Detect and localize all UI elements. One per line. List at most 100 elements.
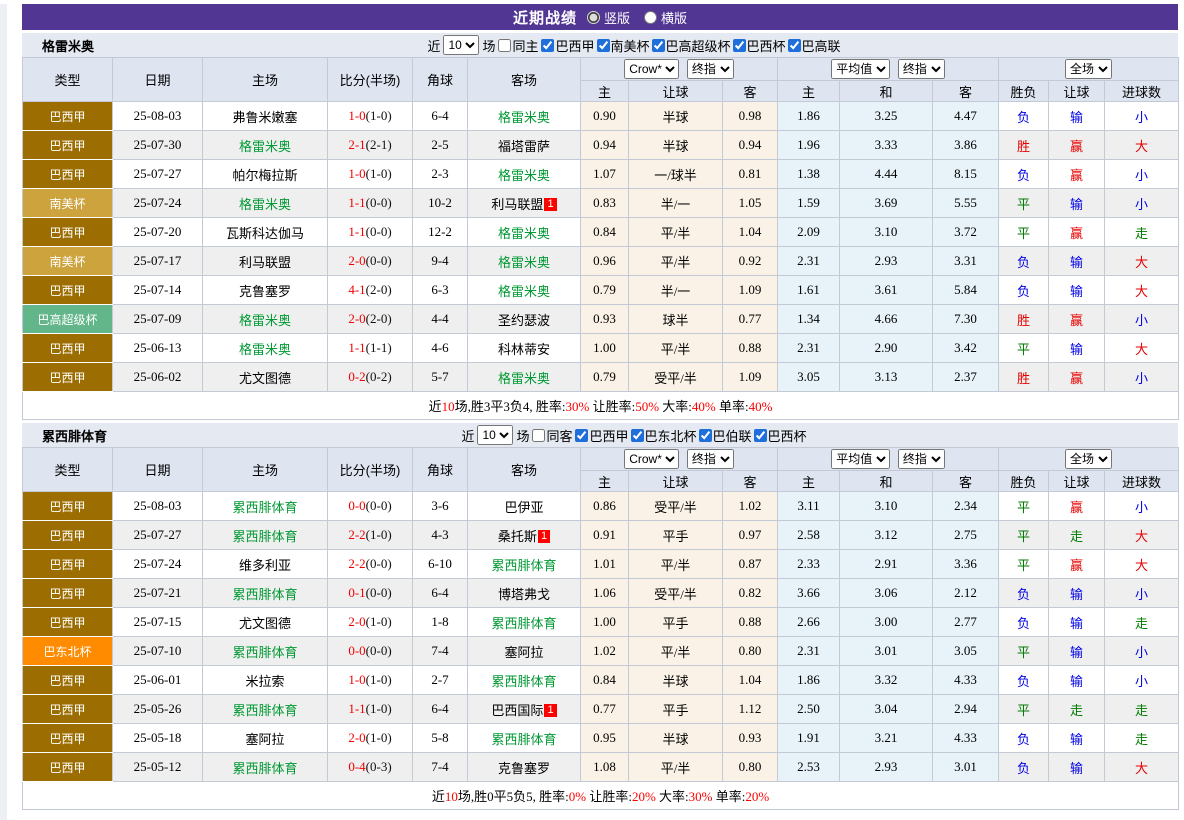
league-filter-option[interactable]: 巴西杯 <box>754 426 807 445</box>
score-cell[interactable]: 2-0(1-0) <box>328 724 413 753</box>
home-team-link[interactable]: 累西腓体育 <box>203 695 328 724</box>
away-team-link[interactable]: 福塔雷萨 <box>498 139 550 154</box>
league-checkbox[interactable] <box>597 39 610 52</box>
away-team-cell[interactable]: 桑托斯1 <box>468 521 581 550</box>
score-cell[interactable]: 1-1(0-0) <box>328 189 413 218</box>
away-team-cell[interactable]: 累西腓体育 <box>468 724 581 753</box>
recent-count-select[interactable]: 10 <box>443 35 479 55</box>
home-team-link[interactable]: 累西腓体育 <box>203 637 328 666</box>
home-team-link[interactable]: 瓦斯科达伽马 <box>203 218 328 247</box>
home-team-link[interactable]: 格雷米奥 <box>203 131 328 160</box>
away-team-cell[interactable]: 格雷米奥 <box>468 276 581 305</box>
away-team-link[interactable]: 塞阿拉 <box>504 645 543 660</box>
away-team-link[interactable]: 博塔弗戈 <box>498 587 550 602</box>
score-cell[interactable]: 1-0(1-0) <box>328 160 413 189</box>
score-cell[interactable]: 0-2(0-2) <box>328 363 413 392</box>
score-cell[interactable]: 1-1(1-0) <box>328 695 413 724</box>
league-checkbox[interactable] <box>652 39 665 52</box>
full-time-score[interactable]: 0-2 <box>348 369 365 384</box>
score-cell[interactable]: 1-0(1-0) <box>328 666 413 695</box>
bookmaker-select[interactable]: Crow* <box>624 59 679 79</box>
away-team-link[interactable]: 格雷米奥 <box>498 284 550 299</box>
red-card-badge[interactable]: 1 <box>538 530 550 543</box>
away-team-link[interactable]: 格雷米奥 <box>498 226 550 241</box>
league-filter-option[interactable]: 巴高超级杯 <box>652 36 731 55</box>
home-team-link[interactable]: 累西腓体育 <box>203 521 328 550</box>
league-checkbox[interactable] <box>541 39 554 52</box>
league-checkbox[interactable] <box>754 429 767 442</box>
scope-select[interactable]: 全场 <box>1065 449 1112 469</box>
euro-odds-type-select[interactable]: 终指 <box>898 59 945 79</box>
score-cell[interactable]: 2-1(2-1) <box>328 131 413 160</box>
scope-select[interactable]: 全场 <box>1065 59 1112 79</box>
same-venue-checkbox[interactable] <box>532 429 545 442</box>
away-team-cell[interactable]: 巴伊亚 <box>468 492 581 521</box>
full-time-score[interactable]: 2-0 <box>348 730 365 745</box>
away-team-link[interactable]: 巴西国际 <box>491 703 543 718</box>
away-team-link[interactable]: 格雷米奥 <box>498 110 550 125</box>
away-team-cell[interactable]: 格雷米奥 <box>468 102 581 131</box>
away-team-link[interactable]: 利马联盟 <box>491 197 543 212</box>
score-cell[interactable]: 2-0(2-0) <box>328 305 413 334</box>
asian-odds-type-select[interactable]: 终指 <box>687 59 734 79</box>
away-team-link[interactable]: 格雷米奥 <box>498 168 550 183</box>
same-venue-checkbox[interactable] <box>498 39 511 52</box>
full-time-score[interactable]: 1-0 <box>348 166 365 181</box>
away-team-link[interactable]: 累西腓体育 <box>491 732 556 747</box>
away-team-cell[interactable]: 博塔弗戈 <box>468 579 581 608</box>
away-team-cell[interactable]: 圣约瑟波 <box>468 305 581 334</box>
away-team-cell[interactable]: 利马联盟1 <box>468 189 581 218</box>
league-filter-option[interactable]: 巴西甲 <box>575 426 628 445</box>
euro-odds-source-select[interactable]: 平均值 <box>831 449 890 469</box>
full-time-score[interactable]: 2-0 <box>348 614 365 629</box>
score-cell[interactable]: 0-0(0-0) <box>328 492 413 521</box>
home-team-link[interactable]: 维多利亚 <box>203 550 328 579</box>
away-team-cell[interactable]: 格雷米奥 <box>468 247 581 276</box>
full-time-score[interactable]: 0-0 <box>348 498 365 513</box>
away-team-cell[interactable]: 福塔雷萨 <box>468 131 581 160</box>
away-team-cell[interactable]: 巴西国际1 <box>468 695 581 724</box>
full-time-score[interactable]: 2-0 <box>348 311 365 326</box>
full-time-score[interactable]: 2-1 <box>348 137 365 152</box>
score-cell[interactable]: 0-4(0-3) <box>328 753 413 782</box>
league-checkbox[interactable] <box>733 39 746 52</box>
euro-odds-source-select[interactable]: 平均值 <box>831 59 890 79</box>
away-team-cell[interactable]: 累西腓体育 <box>468 608 581 637</box>
score-cell[interactable]: 0-1(0-0) <box>328 579 413 608</box>
full-time-score[interactable]: 1-1 <box>348 224 365 239</box>
away-team-link[interactable]: 格雷米奥 <box>498 371 550 386</box>
home-team-link[interactable]: 利马联盟 <box>203 247 328 276</box>
vertical-view-radio[interactable] <box>587 11 600 24</box>
away-team-link[interactable]: 巴伊亚 <box>504 500 543 515</box>
league-checkbox[interactable] <box>631 429 644 442</box>
asian-odds-type-select[interactable]: 终指 <box>687 449 734 469</box>
away-team-cell[interactable]: 累西腓体育 <box>468 550 581 579</box>
full-time-score[interactable]: 1-0 <box>348 672 365 687</box>
away-team-cell[interactable]: 克鲁塞罗 <box>468 753 581 782</box>
score-cell[interactable]: 2-2(0-0) <box>328 550 413 579</box>
league-filter-option[interactable]: 巴东北杯 <box>631 426 697 445</box>
full-time-score[interactable]: 0-1 <box>348 585 365 600</box>
red-card-badge[interactable]: 1 <box>544 704 556 717</box>
full-time-score[interactable]: 1-1 <box>348 195 365 210</box>
home-team-link[interactable]: 弗鲁米嫩塞 <box>203 102 328 131</box>
home-team-link[interactable]: 格雷米奥 <box>203 189 328 218</box>
home-team-link[interactable]: 尤文图德 <box>203 363 328 392</box>
away-team-cell[interactable]: 塞阿拉 <box>468 637 581 666</box>
away-team-link[interactable]: 累西腓体育 <box>491 616 556 631</box>
league-filter-option[interactable]: 巴高联 <box>788 36 841 55</box>
home-team-link[interactable]: 克鲁塞罗 <box>203 276 328 305</box>
home-team-link[interactable]: 格雷米奥 <box>203 334 328 363</box>
league-checkbox[interactable] <box>699 429 712 442</box>
home-team-link[interactable]: 累西腓体育 <box>203 492 328 521</box>
away-team-link[interactable]: 圣约瑟波 <box>498 313 550 328</box>
league-filter-option[interactable]: 巴西杯 <box>733 36 786 55</box>
away-team-link[interactable]: 格雷米奥 <box>498 255 550 270</box>
recent-count-select[interactable]: 10 <box>477 425 513 445</box>
away-team-cell[interactable]: 格雷米奥 <box>468 160 581 189</box>
home-team-link[interactable]: 帕尔梅拉斯 <box>203 160 328 189</box>
same-venue-option[interactable]: 同主 <box>498 36 538 55</box>
away-team-cell[interactable]: 格雷米奥 <box>468 218 581 247</box>
home-team-link[interactable]: 累西腓体育 <box>203 579 328 608</box>
away-team-cell[interactable]: 格雷米奥 <box>468 363 581 392</box>
